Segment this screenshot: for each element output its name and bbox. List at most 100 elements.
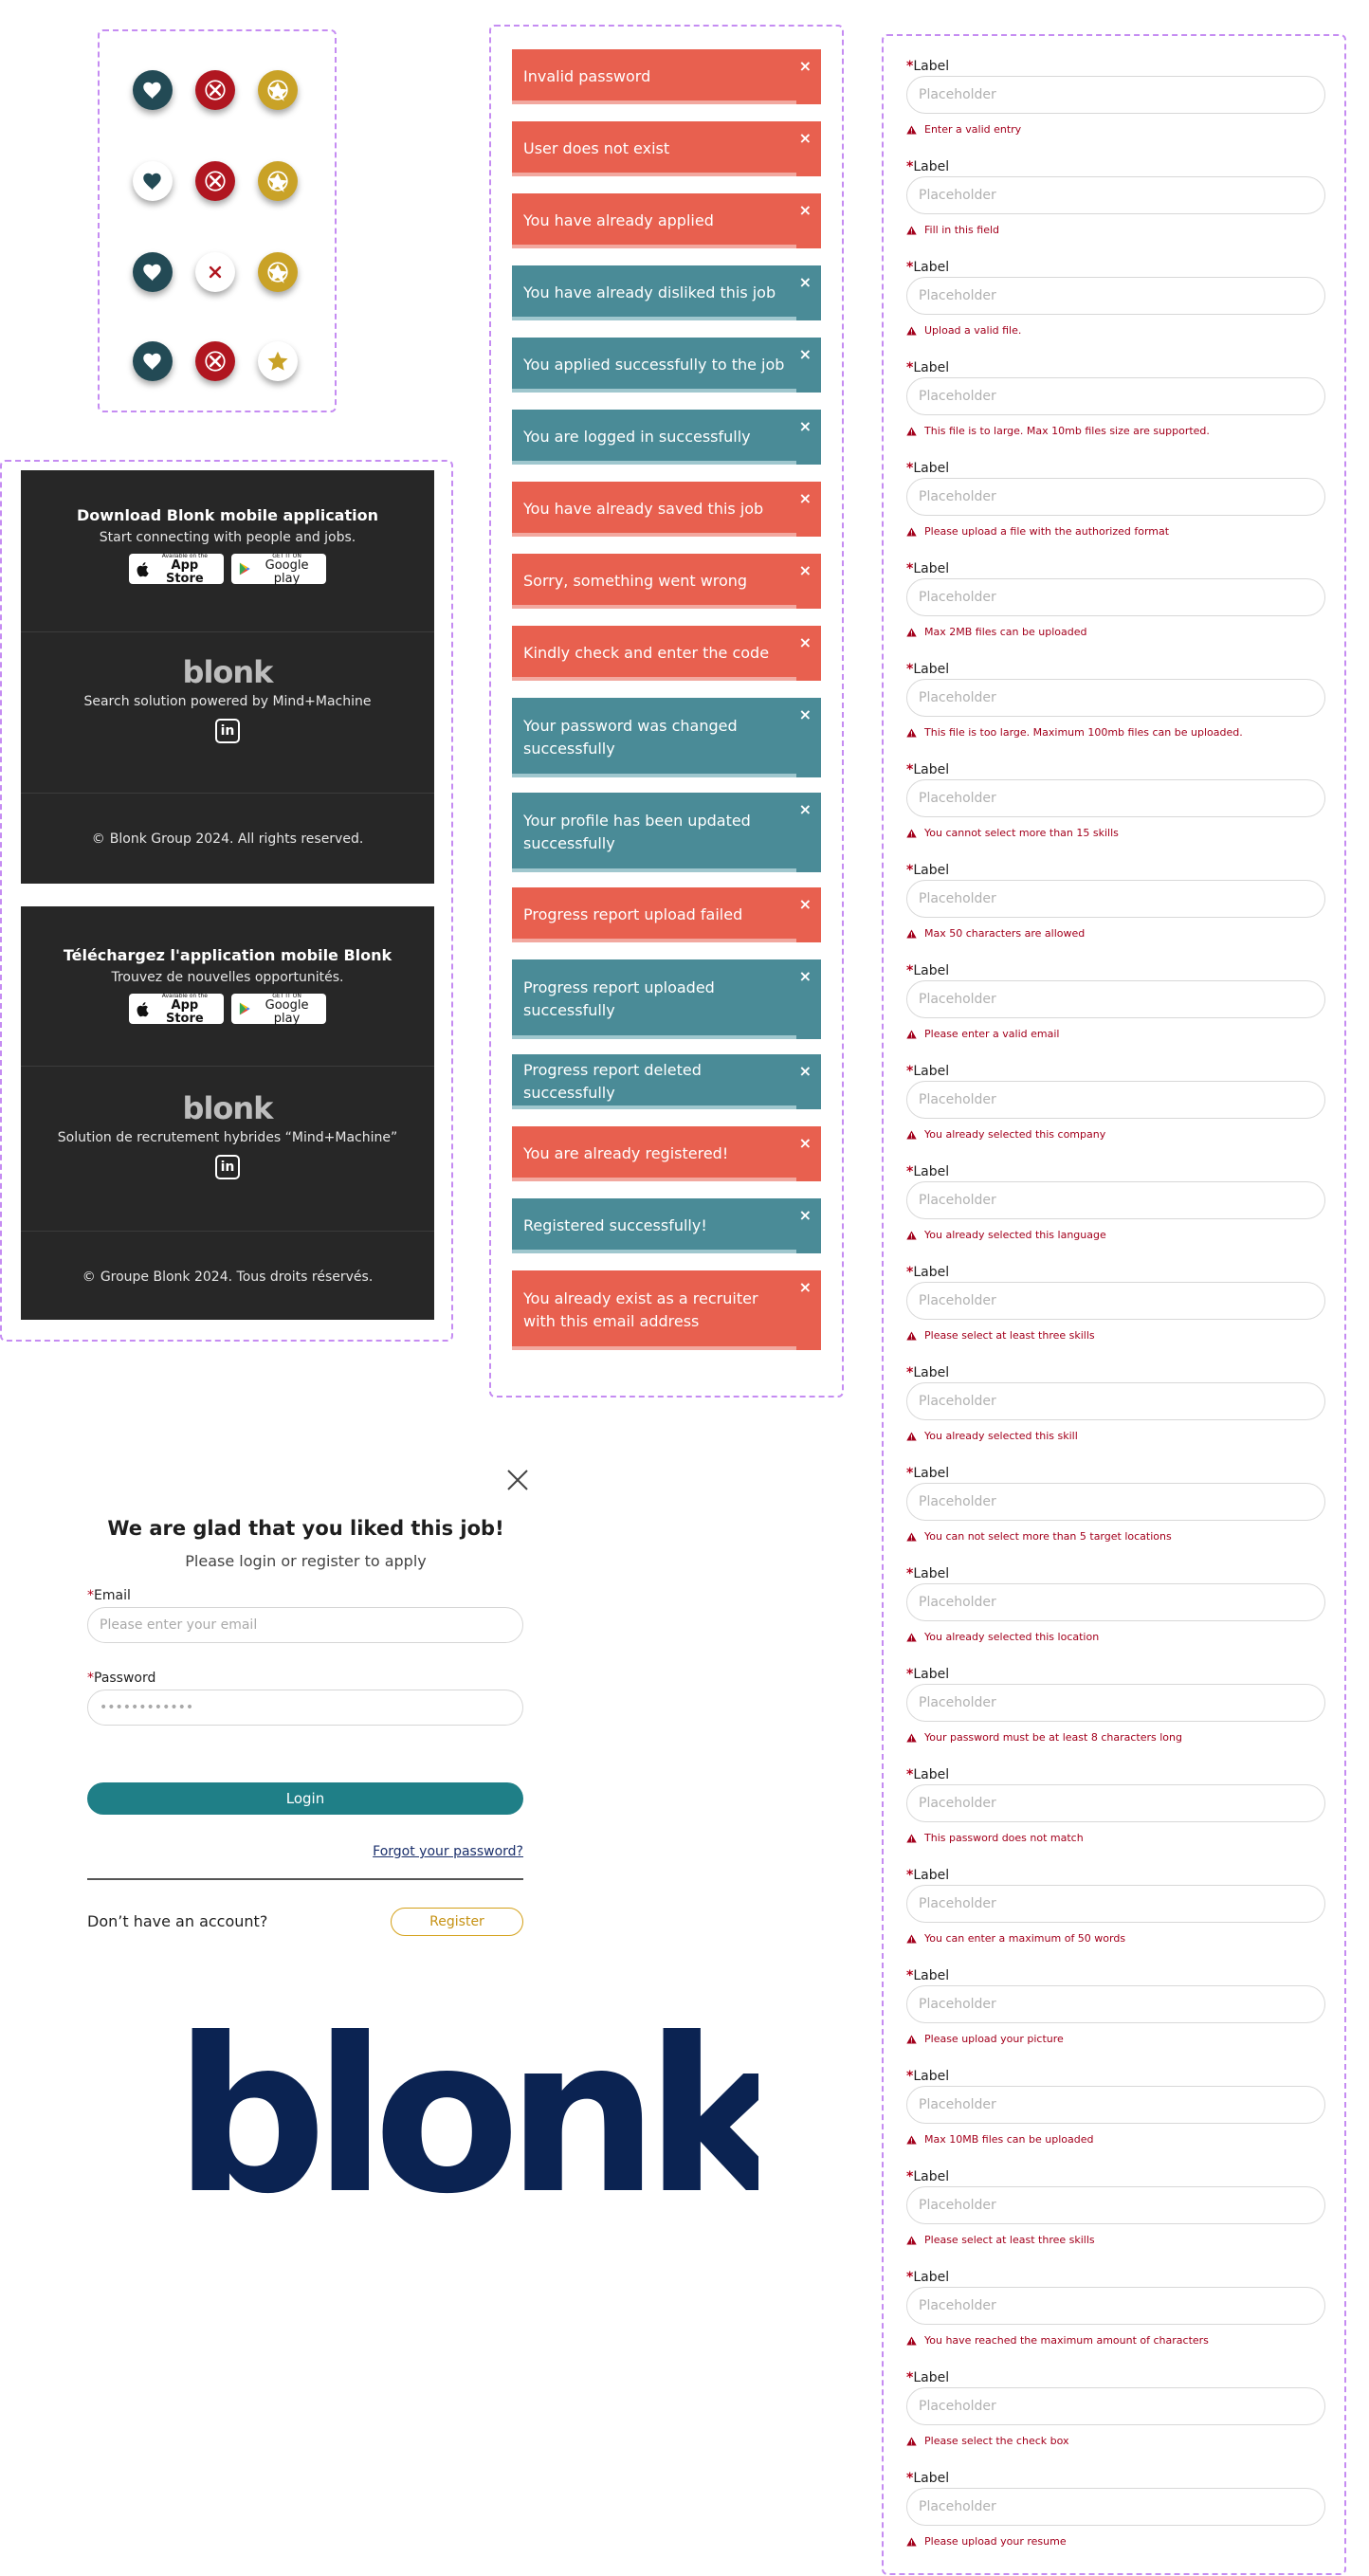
form-field: *Label Please upload a file with the auth…: [906, 461, 1327, 563]
linkedin-icon[interactable]: in: [215, 719, 240, 743]
heart-icon-filled[interactable]: [133, 252, 173, 292]
app-store-button[interactable]: Available on the App Store: [129, 993, 224, 1025]
toast-progress-bar: [512, 1035, 796, 1039]
star-icon-outline[interactable]: [258, 341, 298, 381]
form-field: *Label Please select at least three skill…: [906, 1265, 1327, 1367]
text-field[interactable]: [906, 377, 1325, 415]
close-icon-outline[interactable]: [195, 252, 235, 292]
footer-logo: blonk: [182, 654, 274, 690]
text-field[interactable]: [906, 2186, 1325, 2224]
warning-icon: [906, 1331, 917, 1341]
text-field[interactable]: [906, 1282, 1325, 1320]
text-field[interactable]: [906, 2488, 1325, 2526]
password-field[interactable]: [87, 1690, 523, 1726]
text-field[interactable]: [906, 779, 1325, 817]
toast-progress-bar: [512, 1178, 796, 1181]
warning-icon: [906, 1834, 917, 1843]
text-field[interactable]: [906, 1081, 1325, 1119]
close-icon[interactable]: ×: [799, 1204, 812, 1227]
text-field[interactable]: [906, 76, 1325, 114]
google-play-button[interactable]: GET IT ON Google play: [231, 553, 326, 585]
close-icon[interactable]: ×: [799, 703, 812, 726]
text-field[interactable]: [906, 2086, 1325, 2124]
close-icon[interactable]: ×: [799, 893, 812, 916]
text-field[interactable]: [906, 880, 1325, 918]
field-error-text: Upload a valid file.: [924, 324, 1022, 337]
linkedin-icon[interactable]: in: [215, 1155, 240, 1179]
text-field[interactable]: [906, 176, 1325, 214]
star-icon-filled[interactable]: [258, 70, 298, 110]
close-icon[interactable]: ×: [799, 798, 812, 821]
google-play-big-text: Google play: [265, 997, 309, 1026]
close-icon[interactable]: [504, 1467, 531, 1493]
text-field[interactable]: [906, 1382, 1325, 1420]
field-label-text: Label: [913, 1767, 950, 1782]
field-label: *Label: [906, 260, 949, 275]
text-field[interactable]: [906, 1684, 1325, 1722]
close-icon[interactable]: ×: [799, 415, 812, 438]
forgot-password-link[interactable]: Forgot your password?: [373, 1844, 523, 1859]
close-icon[interactable]: ×: [799, 55, 812, 78]
text-field[interactable]: [906, 1583, 1325, 1621]
toast-success: Progress report uploaded successfully ×: [512, 959, 821, 1039]
email-label: *Email: [87, 1588, 131, 1603]
form-field: *Label Fill in this field: [906, 159, 1327, 262]
heart-icon-outline[interactable]: [133, 161, 173, 201]
text-field[interactable]: [906, 1784, 1325, 1822]
star-icon-filled[interactable]: [258, 161, 298, 201]
field-error-text: You already selected this location: [924, 1631, 1100, 1643]
field-error-text: You have reached the maximum amount of c…: [924, 2334, 1209, 2347]
google-play-icon: [239, 562, 250, 575]
close-icon[interactable]: ×: [799, 1276, 812, 1299]
footer-subtitle: Start connecting with people and jobs.: [99, 530, 356, 545]
close-icon[interactable]: ×: [799, 127, 812, 150]
close-icon[interactable]: ×: [799, 271, 812, 294]
close-icon-filled[interactable]: [195, 70, 235, 110]
app-store-button[interactable]: Available on the App Store: [129, 553, 224, 585]
close-icon[interactable]: ×: [799, 199, 812, 222]
toast-progress-track: [795, 317, 821, 320]
close-icon[interactable]: ×: [799, 1132, 812, 1155]
close-icon-filled[interactable]: [195, 161, 235, 201]
text-field[interactable]: [906, 1985, 1325, 2023]
email-field[interactable]: [87, 1607, 523, 1643]
warning-icon: [906, 427, 917, 436]
text-field[interactable]: [906, 679, 1325, 717]
text-field[interactable]: [906, 578, 1325, 616]
apple-icon: [137, 1001, 149, 1016]
text-field[interactable]: [906, 478, 1325, 516]
field-error-text: You cannot select more than 15 skills: [924, 827, 1119, 839]
close-icon[interactable]: ×: [799, 343, 812, 366]
form-field: *Label Please enter a valid email: [906, 963, 1327, 1066]
close-icon[interactable]: ×: [799, 487, 812, 510]
field-label: *Label: [906, 1265, 949, 1280]
login-button[interactable]: Login: [87, 1782, 523, 1815]
star-icon-filled[interactable]: [258, 252, 298, 292]
text-field[interactable]: [906, 1181, 1325, 1219]
text-field[interactable]: [906, 277, 1325, 315]
heart-icon-filled[interactable]: [133, 341, 173, 381]
warning-icon: [906, 2537, 917, 2547]
field-error-text: This password does not match: [924, 1832, 1084, 1844]
close-icon[interactable]: ×: [799, 631, 812, 654]
field-label: *Label: [906, 2370, 949, 2385]
close-icon[interactable]: ×: [799, 965, 812, 988]
google-play-button[interactable]: GET IT ON Google play: [231, 993, 326, 1026]
toast-progress-track: [795, 605, 821, 609]
close-icon[interactable]: ×: [799, 1060, 812, 1083]
footer-tagline: Solution de recrutement hybrides “Mind+M…: [57, 1130, 398, 1145]
field-label-text: Label: [913, 1968, 950, 1983]
heart-icon-filled[interactable]: [133, 70, 173, 110]
text-field[interactable]: [906, 1483, 1325, 1521]
toast-success: Progress report deleted successfully ×: [512, 1054, 821, 1109]
text-field[interactable]: [906, 980, 1325, 1018]
text-field[interactable]: [906, 2287, 1325, 2325]
field-label-text: Label: [913, 59, 950, 74]
text-field[interactable]: [906, 1885, 1325, 1923]
footer-divider: [21, 631, 434, 632]
register-button[interactable]: Register: [391, 1908, 523, 1936]
text-field[interactable]: [906, 2387, 1325, 2425]
close-icon[interactable]: ×: [799, 559, 812, 582]
close-icon-filled[interactable]: [195, 341, 235, 381]
field-label-text: Label: [913, 2169, 950, 2184]
